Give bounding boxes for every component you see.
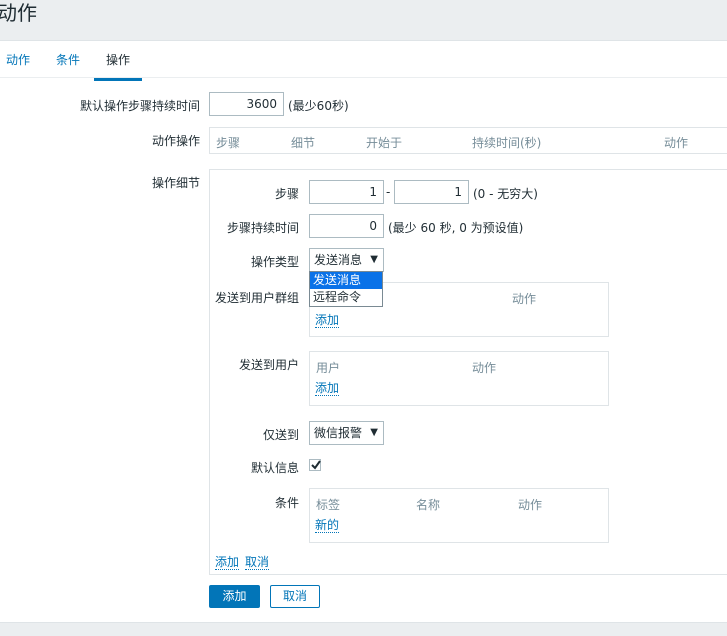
op-type-label: 操作类型 — [250, 255, 299, 269]
send-only-select[interactable]: 微信报警 ▼ — [309, 421, 384, 445]
send-only-label: 仅送到 — [262, 428, 299, 442]
steps-hint: (0 - 无穷大) — [473, 187, 538, 201]
operations-col-duration: 持续时间(秒) — [472, 136, 542, 150]
conditions-col-tag: 标签 — [316, 498, 341, 512]
tab-operations[interactable]: 操作 — [94, 51, 143, 81]
cancel-button[interactable]: 取消 — [270, 585, 320, 608]
chevron-down-icon: ▼ — [370, 427, 378, 438]
add-button[interactable]: 添加 — [209, 585, 260, 608]
step-duration-hint: (最少 60 秒, 0 为预设值) — [388, 221, 524, 235]
tab-conditions[interactable]: 条件 — [56, 51, 80, 68]
operations-table: 步骤 细节 开始于 持续时间(秒) 动作 — [209, 127, 727, 154]
operations-col-start: 开始于 — [366, 136, 403, 150]
conditions-col-name: 名称 — [416, 498, 441, 512]
conditions-label: 条件 — [274, 496, 299, 510]
conditions-new-link[interactable]: 新的 — [315, 518, 340, 533]
send-only-value: 微信报警 — [314, 426, 363, 440]
footer-bar — [0, 624, 727, 636]
step-to-input[interactable]: 1 — [394, 180, 469, 204]
details-label: 操作细节 — [151, 176, 200, 190]
details-add-link[interactable]: 添加 — [215, 555, 240, 570]
send-users-action-col: 动作 — [472, 361, 497, 375]
conditions-table: 标签 名称 动作 — [309, 488, 609, 543]
operations-col-step: 步骤 — [216, 136, 241, 150]
send-users-label: 发送到用户 — [238, 358, 299, 372]
send-users-table: 用户 动作 — [309, 351, 609, 406]
step-duration-input[interactable]: 0 — [309, 214, 384, 238]
conditions-col-action: 动作 — [518, 498, 543, 512]
step-duration-label: 步骤持续时间 — [226, 221, 299, 235]
op-type-select[interactable]: 发送消息 ▼ — [309, 248, 384, 272]
op-type-dropdown: 发送消息 远程命令 — [309, 271, 383, 307]
send-groups-label: 发送到用户群组 — [214, 291, 299, 305]
default-msg-label: 默认信息 — [250, 461, 299, 475]
send-groups-action-col: 动作 — [512, 292, 537, 306]
default-msg-checkbox[interactable] — [309, 459, 321, 471]
steps-label: 步骤 — [274, 187, 299, 201]
op-type-value: 发送消息 — [314, 253, 363, 267]
page-header: 动作 — [0, 0, 727, 30]
chevron-down-icon: ▼ — [370, 254, 378, 265]
step-from-input[interactable]: 1 — [309, 180, 384, 204]
operations-col-detail: 细节 — [291, 136, 316, 150]
send-users-user-col: 用户 — [316, 361, 341, 375]
send-groups-add-link[interactable]: 添加 — [315, 313, 340, 328]
tab-bar: 动作 条件 操作 — [0, 41, 727, 81]
tab-action[interactable]: 动作 — [6, 51, 30, 68]
op-type-option-remote-command[interactable]: 远程命令 — [310, 289, 382, 306]
operations-col-action: 动作 — [664, 136, 689, 150]
default-duration-hint: (最少60秒) — [288, 99, 349, 113]
checkmark-icon — [311, 460, 321, 470]
step-separator: - — [386, 185, 391, 199]
op-type-option-send-message[interactable]: 发送消息 — [310, 272, 382, 289]
details-cancel-link[interactable]: 取消 — [245, 555, 270, 570]
default-duration-input[interactable]: 3600 — [209, 92, 284, 116]
send-users-add-link[interactable]: 添加 — [315, 381, 340, 396]
page-title: 动作 — [0, 1, 37, 25]
default-duration-label: 默认操作步骤持续时间 — [79, 99, 200, 113]
operations-label: 动作操作 — [151, 134, 200, 148]
